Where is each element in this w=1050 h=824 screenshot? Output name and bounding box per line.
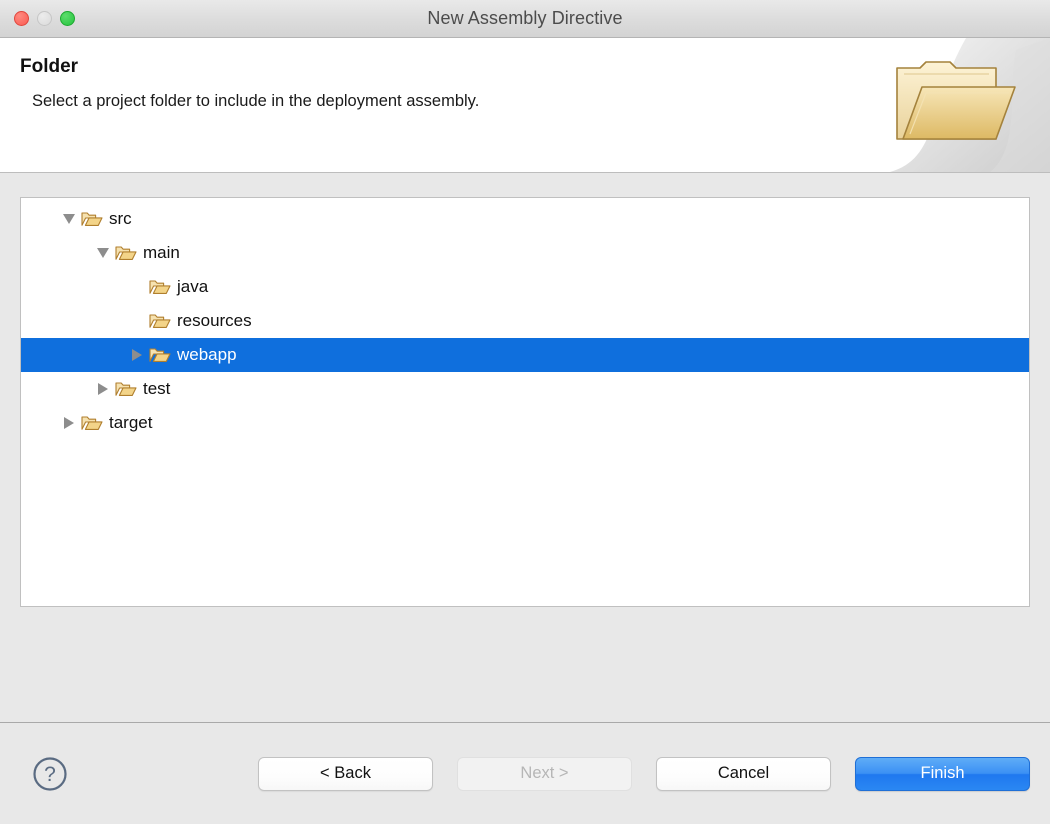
folder-open-icon <box>81 414 103 432</box>
tree-row[interactable]: test <box>21 372 1029 406</box>
tree-item-label: target <box>109 413 153 432</box>
wizard-footer: ? < Back Next > Cancel Finish <box>0 722 1050 824</box>
folder-open-icon <box>115 244 137 262</box>
chevron-right-icon[interactable] <box>127 338 147 372</box>
twisty-spacer <box>127 304 147 338</box>
back-button[interactable]: < Back <box>258 756 433 791</box>
folder-open-icon <box>115 380 137 398</box>
wizard-header: Folder Select a project folder to includ… <box>0 38 1050 173</box>
tree-row[interactable]: webapp <box>21 338 1029 372</box>
dialog-window: New Assembly Directive Folder Select a p… <box>0 0 1050 824</box>
wizard-header-text: Folder Select a project folder to includ… <box>0 38 1050 111</box>
cancel-button[interactable]: Cancel <box>656 756 831 791</box>
tree-row[interactable]: src <box>21 202 1029 236</box>
close-button[interactable] <box>14 11 29 26</box>
tree-row[interactable]: target <box>21 406 1029 440</box>
page-description: Select a project folder to include in th… <box>32 92 480 110</box>
chevron-right-icon[interactable] <box>93 372 113 406</box>
title-bar: New Assembly Directive <box>0 0 1050 38</box>
tree-item-label: test <box>143 379 171 398</box>
tree-row[interactable]: resources <box>21 304 1029 338</box>
tree-item-label: main <box>143 243 180 262</box>
folder-open-icon <box>149 346 171 364</box>
tree-item-label: resources <box>177 311 252 330</box>
wizard-button-row: < Back Next > Cancel Finish <box>258 756 1030 791</box>
tree-row[interactable]: main <box>21 236 1029 270</box>
folder-tree-panel[interactable]: src main java resources webapp test target <box>20 197 1030 607</box>
wizard-body: src main java resources webapp test target <box>0 173 1050 722</box>
chevron-down-icon[interactable] <box>93 236 113 270</box>
chevron-right-icon[interactable] <box>59 406 79 440</box>
minimize-button[interactable] <box>37 11 52 26</box>
folder-open-icon <box>149 312 171 330</box>
folder-open-icon <box>81 210 103 228</box>
tree-item-label: java <box>177 277 209 296</box>
tree-item-label: webapp <box>177 345 237 364</box>
chevron-down-icon[interactable] <box>59 202 79 236</box>
folder-tree[interactable]: src main java resources webapp test target <box>21 198 1029 440</box>
finish-button[interactable]: Finish <box>855 756 1030 791</box>
tree-item-label: src <box>109 209 132 228</box>
svg-text:?: ? <box>44 763 56 786</box>
zoom-button[interactable] <box>60 11 75 26</box>
twisty-spacer <box>127 270 147 304</box>
next-button: Next > <box>457 756 632 791</box>
question-mark-icon[interactable]: ? <box>32 756 68 792</box>
tree-row[interactable]: java <box>21 270 1029 304</box>
window-title: New Assembly Directive <box>427 8 623 28</box>
folder-open-icon <box>149 278 171 296</box>
page-title: Folder <box>20 56 79 77</box>
window-controls <box>14 11 75 26</box>
